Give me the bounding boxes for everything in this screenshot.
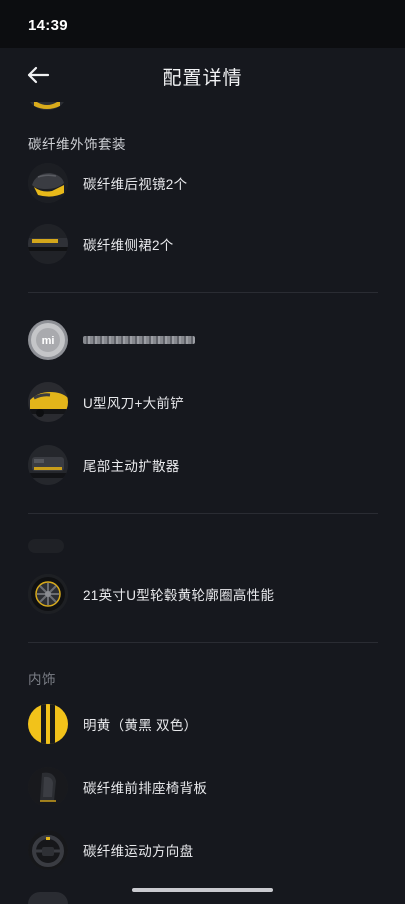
mi-badge-thumbnail: mi	[28, 320, 68, 360]
list-item-front-splitter[interactable]: U型风刀+大前铲	[28, 382, 378, 422]
list-item-mi-badge[interactable]: mi	[28, 320, 378, 360]
side-skirt-thumbnail	[28, 224, 68, 264]
list-item-carbon-side-skirt[interactable]: 碳纤维侧裙2个	[28, 224, 378, 264]
item-label: 碳纤维运动方向盘	[83, 844, 194, 859]
divider	[28, 513, 378, 514]
section-title-carbon-exterior: 碳纤维外饰套装	[28, 137, 126, 152]
mirror-thumbnail	[28, 163, 68, 203]
item-label: U型风刀+大前铲	[83, 396, 185, 411]
svg-text:mi: mi	[42, 335, 55, 347]
home-indicator[interactable]	[132, 888, 273, 892]
status-bar: 14:39	[0, 0, 405, 48]
item-label: 碳纤维前排座椅背板	[83, 781, 208, 796]
header: 配置详情	[0, 48, 405, 102]
yellow-black-swatch	[28, 704, 68, 744]
item-label: 尾部主动扩散器	[83, 459, 180, 474]
divider	[28, 642, 378, 643]
divider	[28, 292, 378, 293]
list-item-21-inch-wheel[interactable]: 21英寸U型轮毂黄轮廓圈高性能	[28, 574, 378, 614]
list-item-rear-diffuser[interactable]: 尾部主动扩散器	[28, 445, 378, 485]
item-label: 碳纤维侧裙2个	[83, 238, 174, 253]
faded-section-icon	[28, 539, 64, 553]
list-item-yellow-black-color[interactable]: 明黄（黄黑 双色）	[28, 704, 378, 744]
list-item-carbon-steering-wheel[interactable]: 碳纤维运动方向盘	[28, 830, 378, 870]
seat-back-thumbnail	[28, 767, 68, 807]
item-label: 21英寸U型轮毂黄轮廓圈高性能	[83, 588, 275, 603]
steering-wheel-thumbnail	[28, 830, 68, 870]
wheel-thumbnail	[28, 574, 68, 614]
front-splitter-thumbnail	[28, 382, 68, 422]
rear-diffuser-thumbnail	[28, 445, 68, 485]
list-item-carbon-seat-back[interactable]: 碳纤维前排座椅背板	[28, 767, 378, 807]
page-title: 配置详情	[162, 68, 243, 89]
redacted-label	[83, 336, 195, 344]
section-title-interior: 内饰	[28, 672, 56, 687]
next-item-thumbnail	[28, 892, 68, 904]
item-label: 碳纤维后视镜2个	[83, 177, 188, 192]
item-label: 明黄（黄黑 双色）	[83, 718, 198, 733]
config-list[interactable]: 碳纤维外饰套装 碳纤维后视镜2个 碳纤维侧裙2个 mi U型风刀+大前铲 尾部主…	[0, 102, 405, 900]
previous-item-thumbnail	[28, 102, 66, 110]
list-item-carbon-mirror[interactable]: 碳纤维后视镜2个	[28, 163, 378, 203]
status-time: 14:39	[28, 17, 68, 34]
